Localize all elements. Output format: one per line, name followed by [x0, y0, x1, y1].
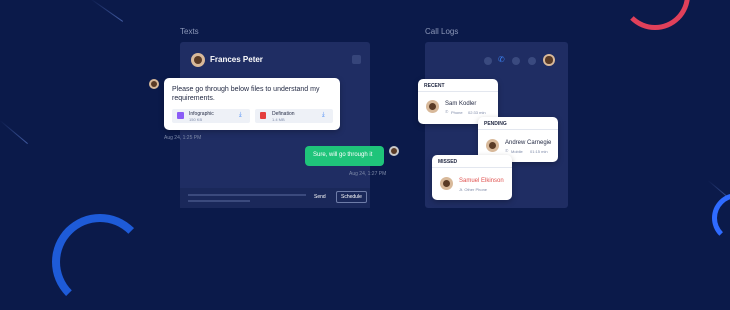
decorative-line	[0, 120, 28, 145]
attachment-size: 1.4 MB	[272, 117, 285, 122]
caller-avatar	[486, 139, 499, 152]
more-options-button[interactable]	[352, 55, 361, 64]
missed-call-card[interactable]: MISSED Samuel Elkinson Jt. Other Phone	[432, 155, 512, 200]
profile-avatar[interactable]	[543, 54, 555, 66]
user-avatar	[389, 146, 399, 156]
settings-icon[interactable]	[528, 57, 536, 65]
send-button[interactable]: Send	[310, 192, 330, 202]
caller-name: Sam Kodler	[445, 101, 477, 107]
incoming-message-bubble: Please go through below files to underst…	[164, 78, 340, 130]
call-type: Phone	[451, 110, 463, 115]
phone-icon[interactable]: ✆	[498, 55, 505, 64]
sender-avatar	[149, 79, 159, 89]
decorative-arc	[52, 214, 148, 310]
schedule-button[interactable]: Schedule	[336, 191, 367, 203]
call-duration: 02:33 min	[468, 110, 486, 115]
decorative-line	[89, 0, 124, 22]
message-input[interactable]	[188, 193, 306, 203]
outgoing-timestamp: Aug 24, 1:27 PM	[349, 171, 387, 177]
attachment-size: 150 KB	[189, 117, 203, 122]
outgoing-message-text: Sure, will go through it	[313, 152, 373, 158]
pending-header: PENDING	[484, 121, 507, 127]
call-phone-icon: ✆	[445, 109, 449, 114]
missed-header: MISSED	[438, 159, 458, 165]
voicemail-icon[interactable]	[512, 57, 520, 65]
texts-section-title: Texts	[180, 27, 199, 36]
attachment-item[interactable]: Infographic 150 KB ⤓	[172, 109, 250, 123]
contact-name: Frances Peter	[210, 55, 263, 64]
call-type: Mobile	[511, 149, 523, 154]
contact-filter-icon[interactable]	[484, 57, 492, 65]
outgoing-message-bubble: Sure, will go through it	[305, 146, 384, 166]
call-mobile-icon: ✆	[505, 148, 509, 153]
contact-avatar	[191, 53, 205, 67]
caller-avatar	[440, 177, 453, 190]
caller-avatar	[426, 100, 439, 113]
composer-bar: Send Schedule	[180, 188, 370, 208]
image-file-icon	[177, 112, 184, 119]
decorative-arc	[620, 0, 690, 30]
caller-name: Andrew Carnegie	[505, 140, 552, 146]
incoming-timestamp: Aug 24, 1:25 PM	[164, 135, 202, 141]
caller-name: Samuel Elkinson	[459, 178, 504, 184]
attachment-item[interactable]: Defination 1.4 MB ⤓	[255, 109, 333, 123]
recent-header: RECENT	[424, 83, 445, 89]
call-logs-section-title: Call Logs	[425, 27, 459, 36]
incoming-message-text: Please go through below files to underst…	[172, 86, 320, 102]
pdf-file-icon	[260, 112, 266, 119]
call-duration: 01:15 min	[530, 149, 548, 154]
decorative-arc	[712, 193, 730, 243]
download-icon[interactable]: ⤓	[239, 112, 242, 119]
download-icon[interactable]: ⤓	[322, 112, 325, 119]
missed-call-detail: Jt. Other Phone	[459, 187, 488, 192]
